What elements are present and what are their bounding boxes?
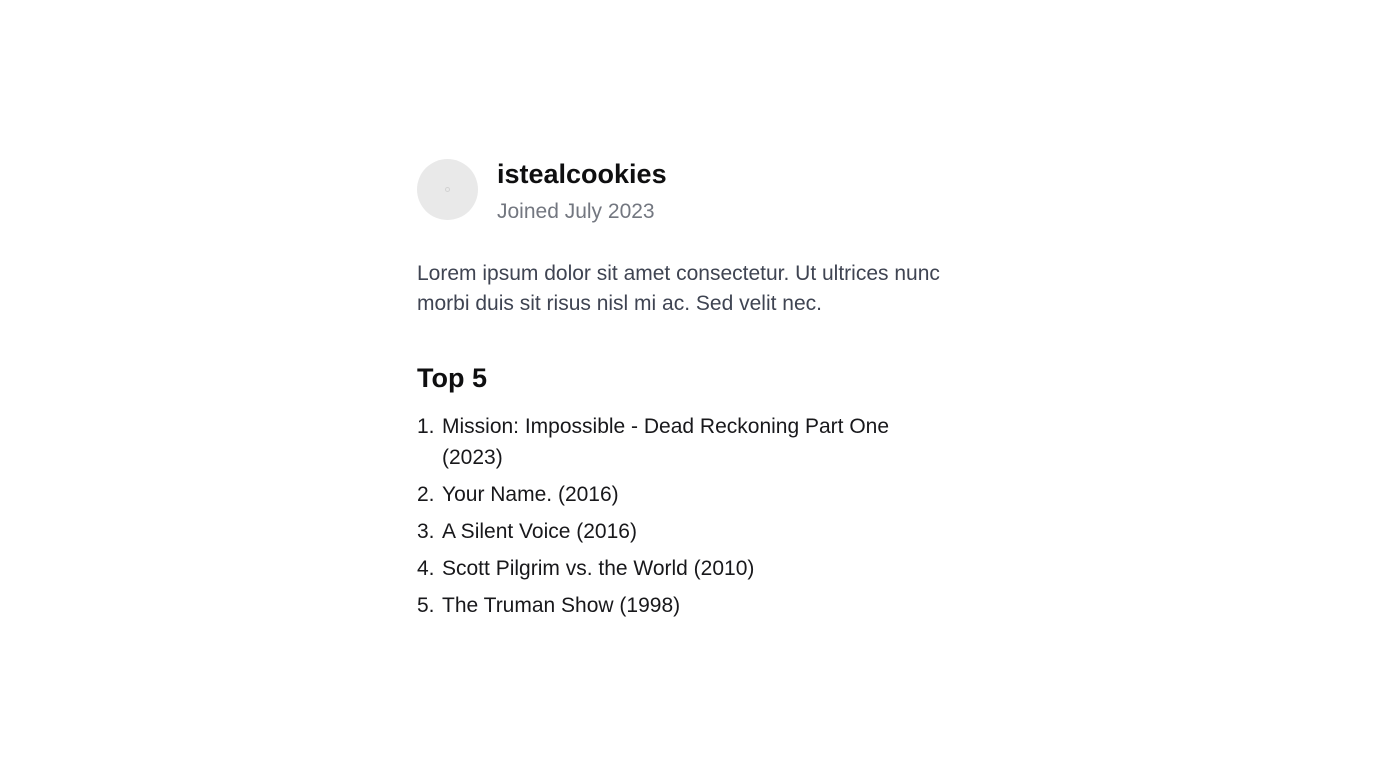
rank-number: 2. — [417, 483, 435, 506]
top-list-item[interactable]: 4. Scott Pilgrim vs. the World (2010) — [417, 553, 947, 584]
profile-header: istealcookies Joined July 2023 — [417, 158, 957, 225]
joined-date: Joined July 2023 — [497, 200, 655, 223]
avatar-placeholder-icon — [445, 187, 450, 192]
movie-title: Scott Pilgrim vs. the World (2010) — [442, 557, 755, 580]
rank-number: 1. — [417, 415, 435, 438]
movie-title: The Truman Show (1998) — [442, 594, 681, 617]
top-list-item[interactable]: 2. Your Name. (2016) — [417, 479, 947, 510]
movie-title: A Silent Voice (2016) — [442, 520, 637, 543]
rank-number: 3. — [417, 520, 435, 543]
movie-title: Your Name. (2016) — [442, 483, 619, 506]
username: istealcookies — [497, 159, 667, 189]
rank-number: 5. — [417, 594, 435, 617]
identity: istealcookies Joined July 2023 — [497, 158, 667, 225]
top-section-title: Top 5 — [417, 363, 487, 393]
top-list-item[interactable]: 5. The Truman Show (1998) — [417, 590, 947, 621]
avatar — [417, 159, 478, 220]
movie-title: Mission: Impossible - Dead Reckoning Par… — [442, 415, 890, 469]
profile-card: istealcookies Joined July 2023 Lorem ips… — [417, 158, 957, 627]
top-list-item[interactable]: 3. A Silent Voice (2016) — [417, 516, 947, 547]
bio: Lorem ipsum dolor sit amet consectetur. … — [417, 262, 940, 315]
rank-number: 4. — [417, 557, 435, 580]
top-list: 1. Mission: Impossible - Dead Reckoning … — [417, 411, 957, 621]
top-list-item[interactable]: 1. Mission: Impossible - Dead Reckoning … — [417, 411, 947, 473]
